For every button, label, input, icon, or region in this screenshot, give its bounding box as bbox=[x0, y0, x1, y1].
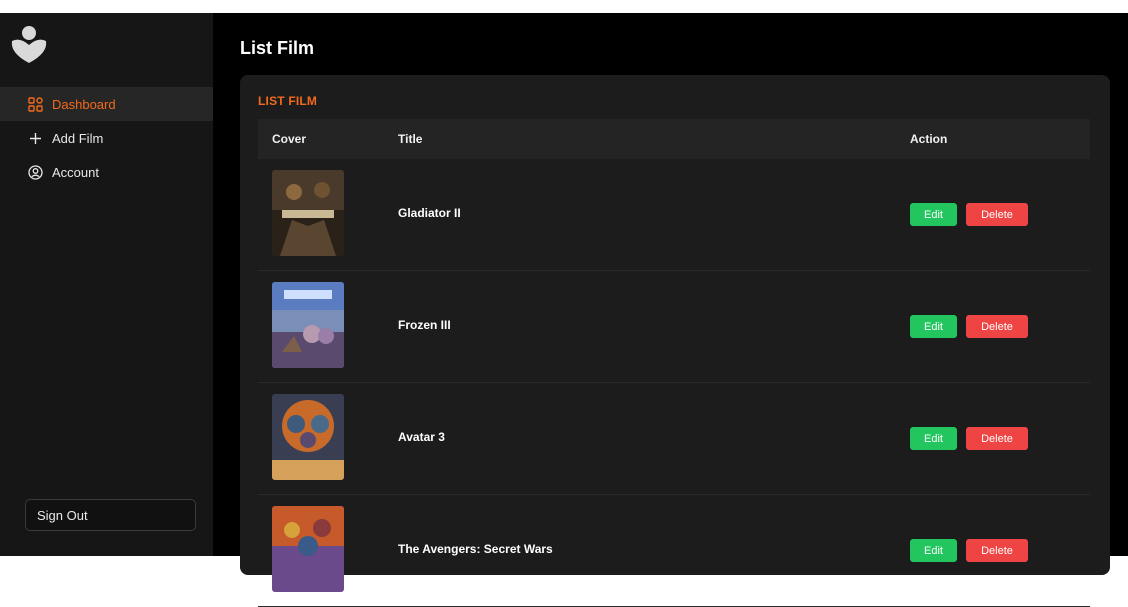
plus-icon bbox=[27, 130, 43, 146]
sidebar: Dashboard Add Film Account Sign Out bbox=[0, 13, 213, 556]
page-title: List Film bbox=[240, 38, 315, 58]
main-content: List Film LIST FILM Cover Title Action G… bbox=[213, 13, 1128, 607]
film-cover-image bbox=[272, 506, 344, 592]
delete-button[interactable]: Delete bbox=[966, 203, 1028, 226]
column-header-title: Title bbox=[398, 132, 423, 146]
sidebar-item-add-film[interactable]: Add Film bbox=[0, 121, 213, 155]
table-row: The Avengers: Secret Wars Edit Delete bbox=[258, 495, 1090, 607]
film-title: Avatar 3 bbox=[398, 430, 445, 444]
edit-button[interactable]: Edit bbox=[910, 427, 957, 450]
brand-logo-icon bbox=[11, 26, 47, 63]
table-row: Avatar 3 Edit Delete bbox=[258, 383, 1090, 495]
edit-button[interactable]: Edit bbox=[910, 315, 957, 338]
sidebar-item-dashboard[interactable]: Dashboard bbox=[0, 87, 213, 121]
column-header-cover: Cover bbox=[272, 132, 307, 146]
film-list-panel: LIST FILM Cover Title Action Gladiator I… bbox=[240, 75, 1110, 607]
film-cover-image bbox=[272, 394, 344, 480]
table-row: Gladiator II Edit Delete bbox=[258, 159, 1090, 271]
edit-button[interactable]: Edit bbox=[910, 539, 957, 562]
film-title: Gladiator II bbox=[398, 206, 461, 220]
sidebar-nav: Dashboard Add Film Account bbox=[0, 87, 213, 189]
dashboard-grid-icon bbox=[27, 96, 43, 112]
sidebar-item-account[interactable]: Account bbox=[0, 155, 213, 189]
delete-button[interactable]: Delete bbox=[966, 315, 1028, 338]
panel-title: LIST FILM bbox=[258, 94, 318, 108]
user-circle-icon bbox=[27, 164, 43, 180]
delete-button[interactable]: Delete bbox=[966, 427, 1028, 450]
edit-button[interactable]: Edit bbox=[910, 203, 957, 226]
sidebar-item-label: Account bbox=[52, 164, 99, 180]
sidebar-item-label: Dashboard bbox=[52, 96, 116, 112]
table-header: Cover Title Action bbox=[258, 119, 1090, 159]
delete-button[interactable]: Delete bbox=[966, 539, 1028, 562]
film-cover-image bbox=[272, 170, 344, 256]
film-title: Frozen III bbox=[398, 318, 451, 332]
sidebar-item-label: Add Film bbox=[52, 130, 104, 146]
sign-out-button[interactable]: Sign Out bbox=[25, 499, 196, 531]
film-cover-image bbox=[272, 282, 344, 368]
film-title: The Avengers: Secret Wars bbox=[398, 542, 553, 556]
column-header-action: Action bbox=[910, 132, 948, 146]
app-window: Dashboard Add Film Account Sign Out List… bbox=[0, 13, 1128, 607]
table-row: Frozen III Edit Delete bbox=[258, 271, 1090, 383]
